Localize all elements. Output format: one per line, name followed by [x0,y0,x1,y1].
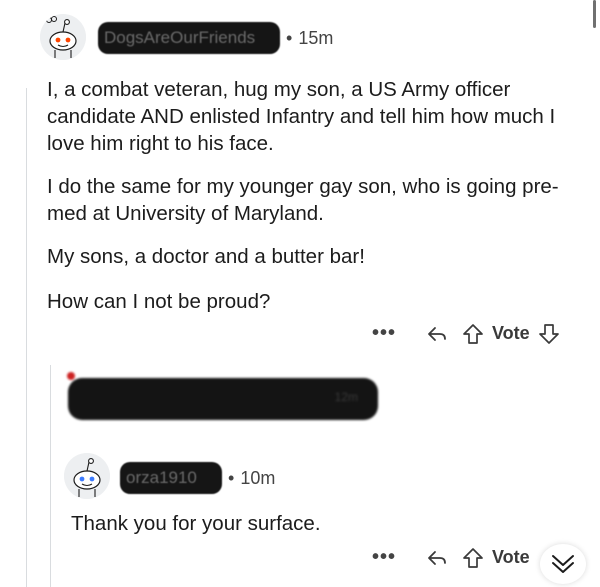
snoo-avatar-icon[interactable] [64,453,110,499]
reply-arrow-icon[interactable] [426,548,448,568]
comment-paragraph: I do the same for my younger gay son, wh… [47,175,559,225]
comment-paragraph: How can I not be proud? [47,290,271,313]
redacted-time: 12m [334,390,358,404]
separator-dot: • [228,467,235,488]
reply-actions: ••• Vote [372,546,530,569]
more-options-button[interactable]: ••• [372,322,396,345]
redacted-avatar [67,372,75,380]
comment-body: My sons, a doctor and a butter bar! [47,243,567,270]
more-options-button[interactable]: ••• [372,546,396,569]
reply-header: orza1910 • 10m [120,462,275,494]
downvote-icon[interactable] [538,323,560,345]
upvote-icon[interactable] [462,547,484,569]
scrollbar[interactable] [593,0,596,28]
thread-line[interactable] [26,88,27,587]
comment-header: DogsAreOurFriends • 15m [98,22,333,54]
comment-paragraph: My sons, a doctor and a butter bar! [47,245,365,268]
nested-thread-line[interactable] [50,365,51,587]
comment-body: I do the same for my younger gay son, wh… [47,173,567,227]
separator-dot: • [286,27,293,48]
reply-body: Thank you for your surface. [71,512,321,535]
comment-paragraph: I, a combat veteran, hug my son, a US Ar… [47,78,556,155]
reply-time: 10m [240,467,276,488]
comment-body: How can I not be proud? [47,288,567,315]
reply-arrow-icon[interactable] [426,324,448,344]
vote-label: Vote [492,323,530,343]
upvote-icon[interactable] [462,323,484,345]
comment-actions: ••• Vote [372,322,560,345]
redacted-username[interactable]: orza1910 [120,462,222,494]
chevron-down-icon[interactable] [540,544,586,584]
redacted-reply-header: 12m [67,372,378,420]
redacted-username[interactable]: DogsAreOurFriends [98,22,280,54]
vote-label: Vote [492,547,530,567]
snoo-avatar-icon[interactable] [40,14,86,60]
comment-time: 15m [298,27,334,48]
comment-body: I, a combat veteran, hug my son, a US Ar… [47,76,567,157]
